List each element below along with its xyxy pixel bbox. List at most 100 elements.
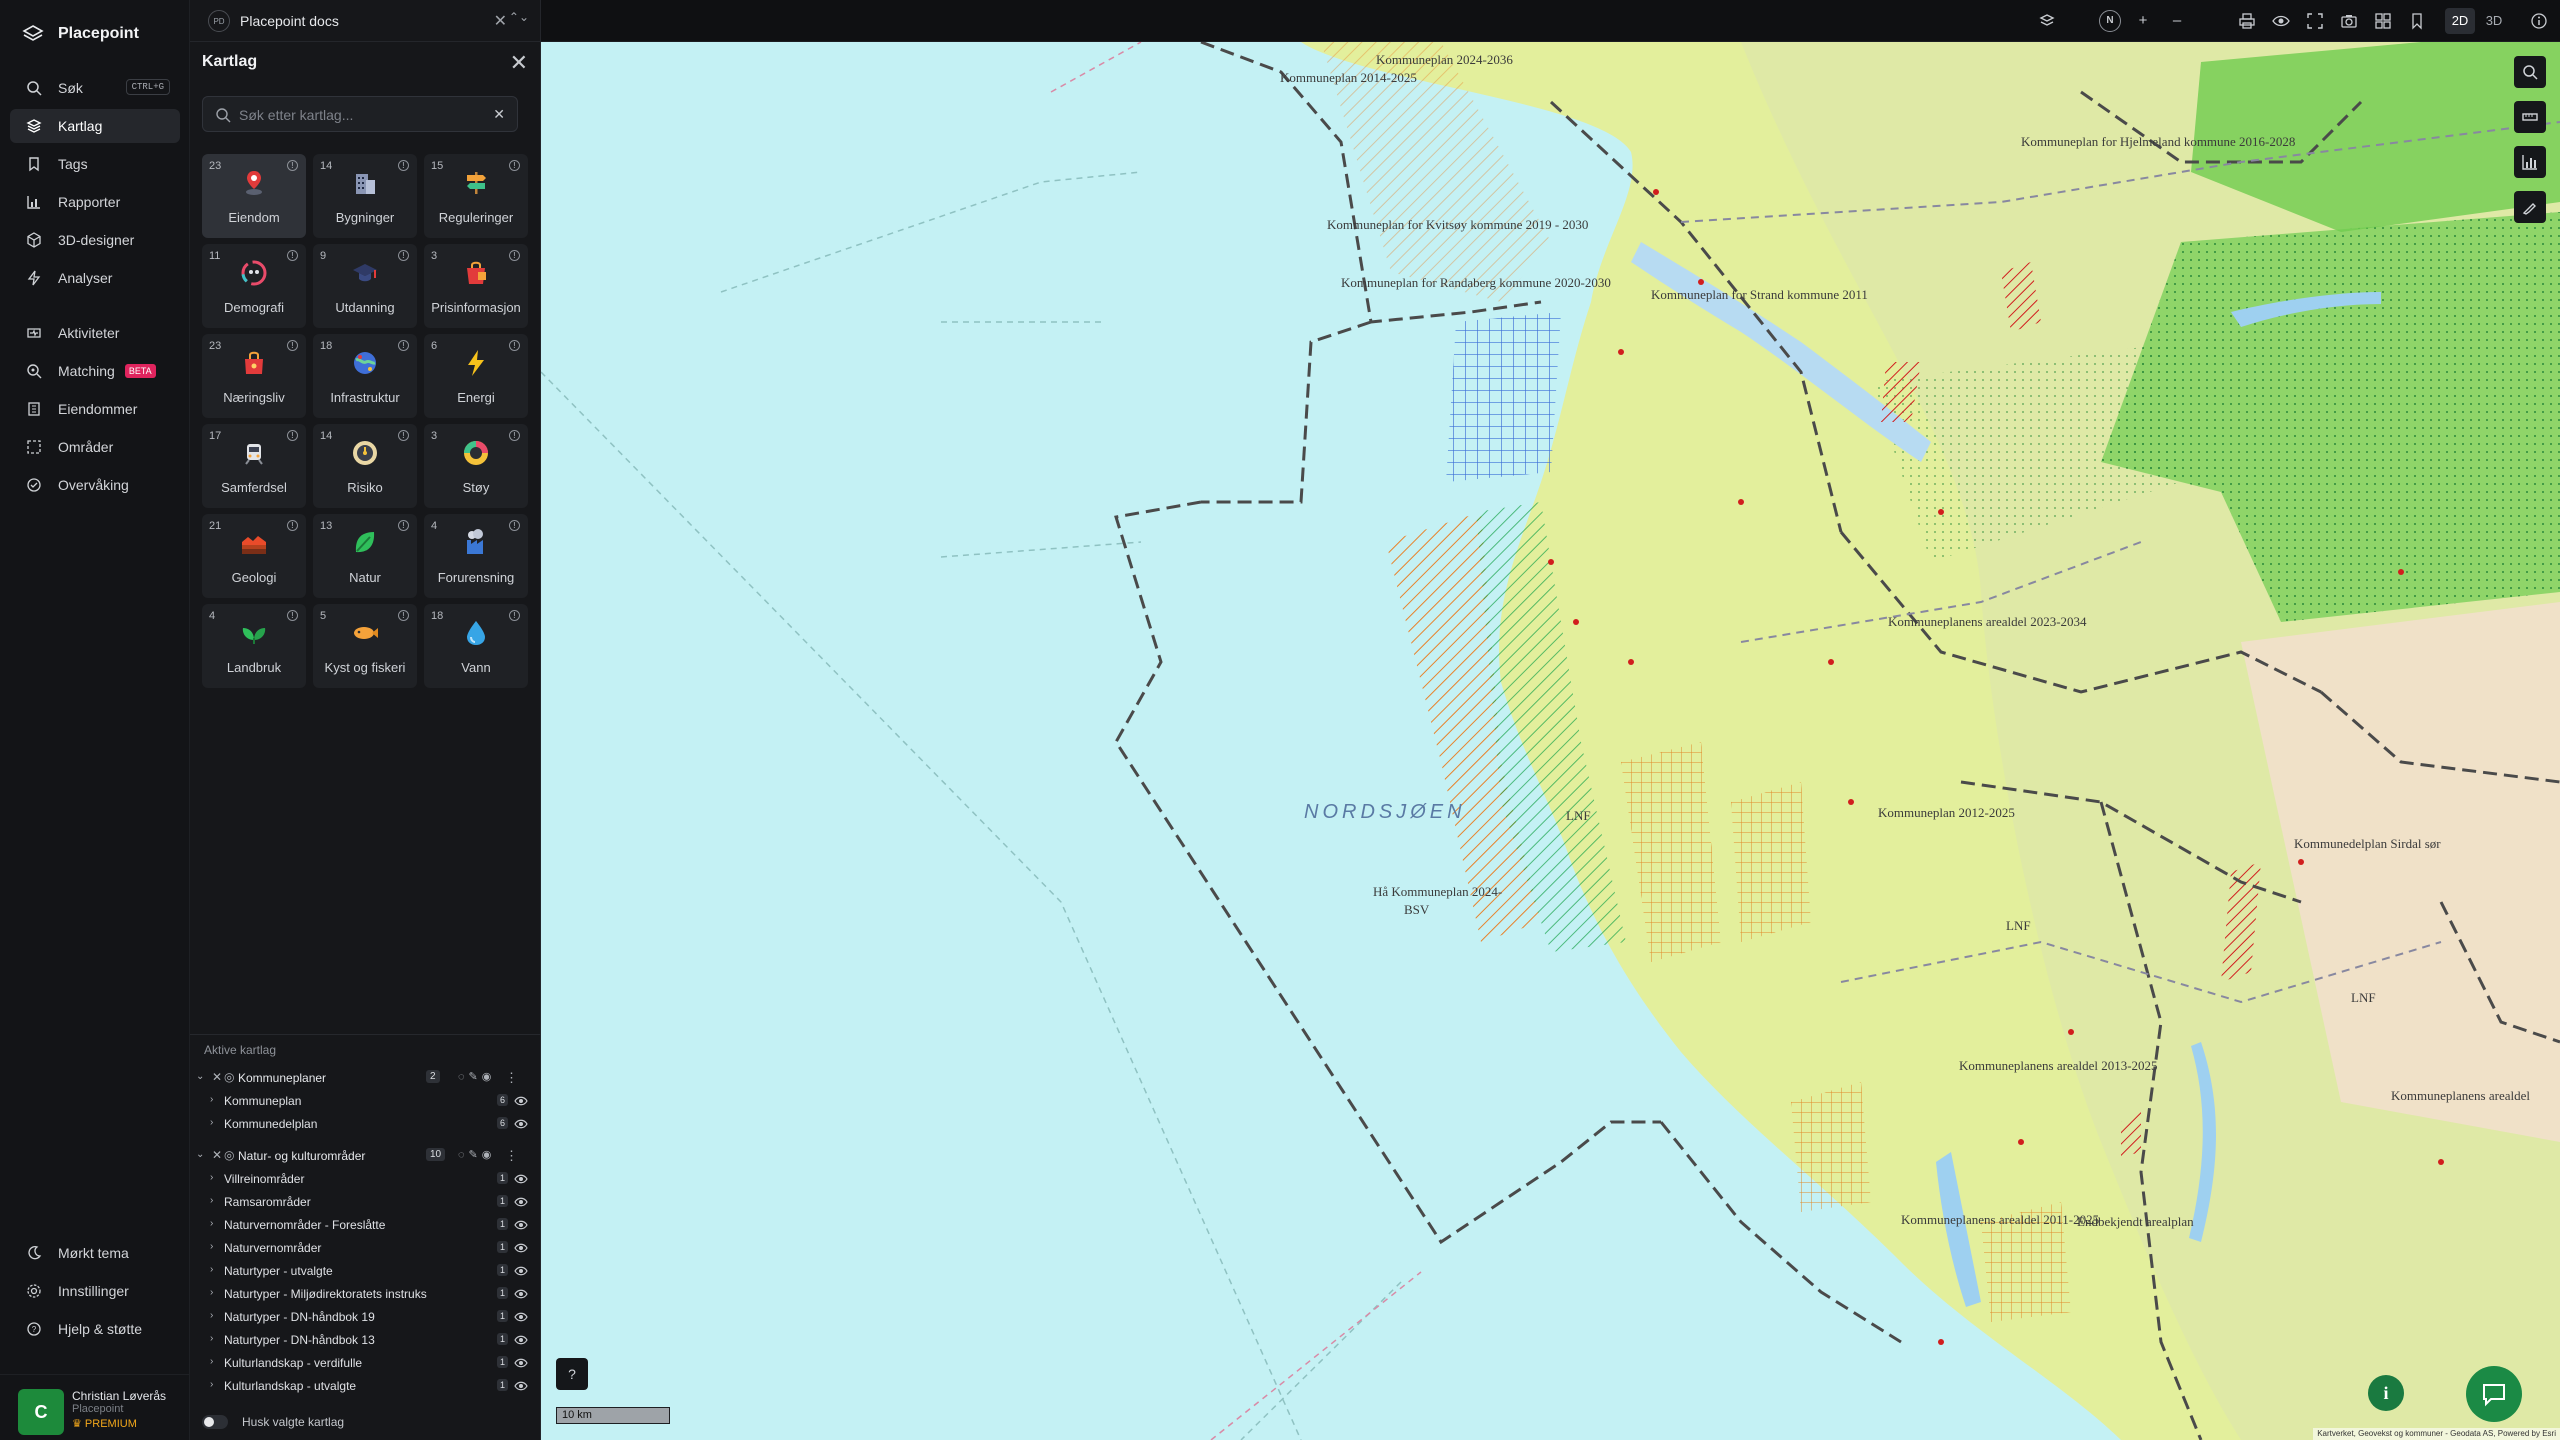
layer-row[interactable]: › Naturtyper - DN-håndbok 19 1 <box>196 1308 536 1328</box>
info-icon[interactable]: ! <box>287 430 298 441</box>
layer-row[interactable]: › Kulturlandskap - utvalgte 1 <box>196 1377 536 1397</box>
nav-item-3d-designer[interactable]: 3D-designer <box>10 223 180 257</box>
group-tools[interactable]: ◌✎◉ <box>458 1148 495 1161</box>
info-icon[interactable]: ! <box>509 430 520 441</box>
group-tools[interactable]: ◌✎◉ <box>458 1070 495 1083</box>
category-naeringsliv[interactable]: 23 ! Næringsliv <box>202 334 306 418</box>
category-prisinformasjon[interactable]: 3 ! Prisinformasjon <box>424 244 528 328</box>
chevron-right-icon[interactable]: › <box>210 1094 213 1105</box>
info-icon[interactable]: ! <box>509 520 520 531</box>
layer-row[interactable]: › Naturtyper - utvalgte 1 <box>196 1262 536 1282</box>
edit-icon[interactable]: ✎ <box>469 1149 482 1161</box>
map-search-tool[interactable] <box>2514 56 2546 88</box>
category-vann[interactable]: 18 ! Vann <box>424 604 528 688</box>
eye-icon[interactable] <box>2269 9 2293 33</box>
eye-icon[interactable] <box>514 1242 528 1254</box>
eye-icon[interactable] <box>514 1173 528 1185</box>
chat-button[interactable] <box>2466 1366 2522 1422</box>
info-icon[interactable]: ! <box>509 610 520 621</box>
map-info-button[interactable]: i <box>2368 1375 2404 1411</box>
print-icon[interactable] <box>2235 9 2259 33</box>
nav-item-omrader[interactable]: Områder <box>10 430 180 464</box>
nav-item-help[interactable]: ? Hjelp & støtte <box>10 1312 180 1346</box>
zoom-in-button[interactable]: + <box>2131 9 2155 33</box>
chevron-right-icon[interactable]: › <box>210 1379 213 1390</box>
info-icon[interactable]: ! <box>287 520 298 531</box>
eye-icon[interactable] <box>514 1380 528 1392</box>
category-forurensning[interactable]: 4 ! Forurensning <box>424 514 528 598</box>
more-options-icon[interactable]: ⋮ <box>505 1070 518 1086</box>
eye-icon[interactable] <box>514 1219 528 1231</box>
nav-item-eiendommer[interactable]: Eiendommer <box>10 392 180 426</box>
nav-item-search[interactable]: Søk CTRL+G <box>10 71 180 105</box>
remember-layers-toggle[interactable]: Husk valgte kartlag <box>202 1412 344 1432</box>
category-natur[interactable]: 13 ! Natur <box>313 514 417 598</box>
nav-item-rapporter[interactable]: Rapporter <box>10 185 180 219</box>
category-eiendom[interactable]: 23 ! Eiendom <box>202 154 306 238</box>
info-icon[interactable]: ! <box>287 250 298 261</box>
chevron-right-icon[interactable]: › <box>210 1241 213 1252</box>
layer-row[interactable]: › Kommuneplan 6 <box>196 1092 536 1112</box>
eye-icon[interactable] <box>514 1288 528 1300</box>
remove-group-icon[interactable]: ✕ <box>212 1070 222 1084</box>
eye-icon[interactable]: ◉ <box>482 1149 496 1161</box>
style-icon[interactable]: ◌ <box>458 1149 469 1161</box>
eye-icon[interactable] <box>514 1095 528 1107</box>
style-icon[interactable]: ◌ <box>458 1071 469 1083</box>
nav-item-matching[interactable]: Matching BETA <box>10 354 180 388</box>
camera-icon[interactable] <box>2337 9 2361 33</box>
map-canvas[interactable]: NORDSJØEN Kommuneplan 2014-2025 Kommunep… <box>541 42 2560 1440</box>
layer-row[interactable]: › Kulturlandskap - verdifulle 1 <box>196 1354 536 1374</box>
layer-row[interactable]: › Naturtyper - DN-håndbok 13 1 <box>196 1331 536 1351</box>
eye-icon[interactable] <box>514 1196 528 1208</box>
nav-item-kartlag[interactable]: Kartlag <box>10 109 180 143</box>
category-reguleringer[interactable]: 15 ! Reguleringer <box>424 154 528 238</box>
grid-icon[interactable] <box>2371 9 2395 33</box>
chevron-right-icon[interactable]: › <box>210 1310 213 1321</box>
north-compass[interactable]: N <box>2099 10 2121 32</box>
zoom-out-button[interactable]: – <box>2165 9 2189 33</box>
category-energi[interactable]: 6 ! Energi <box>424 334 528 418</box>
eye-icon[interactable] <box>514 1311 528 1323</box>
category-geologi[interactable]: 21 ! Geologi <box>202 514 306 598</box>
category-risiko[interactable]: 14 ! Risiko <box>313 424 417 508</box>
info-icon[interactable]: ! <box>398 340 409 351</box>
info-icon[interactable]: ! <box>509 250 520 261</box>
nav-item-overvaking[interactable]: Overvåking <box>10 468 180 502</box>
eye-icon[interactable] <box>514 1265 528 1277</box>
category-utdanning[interactable]: 9 ! Utdanning <box>313 244 417 328</box>
layer-search-input[interactable] <box>239 104 479 126</box>
layer-row[interactable]: › Villreinområder 1 <box>196 1170 536 1190</box>
chevron-down-icon[interactable]: ⌄ <box>196 1071 204 1082</box>
layers-stack-icon[interactable] <box>2035 9 2059 33</box>
chevron-right-icon[interactable]: › <box>210 1117 213 1128</box>
info-icon[interactable]: ! <box>509 160 520 171</box>
category-demografi[interactable]: 11 ! Demografi <box>202 244 306 328</box>
map-measure-tool[interactable] <box>2514 101 2546 133</box>
category-stoy[interactable]: 3 ! Støy <box>424 424 528 508</box>
chevron-right-icon[interactable]: › <box>210 1333 213 1344</box>
view-2d-button[interactable]: 2D <box>2445 8 2475 34</box>
layer-group-natur-og-kulturomrader[interactable]: ⌄ ✕ ◎ Natur- og kulturområder 10 ◌✎◉ ⋮ <box>196 1147 536 1167</box>
category-infrastruktur[interactable]: 18 ! Infrastruktur <box>313 334 417 418</box>
info-icon[interactable]: ! <box>287 610 298 621</box>
nav-item-tags[interactable]: Tags <box>10 147 180 181</box>
info-icon[interactable]: ! <box>398 520 409 531</box>
close-panel-icon[interactable]: ✕ <box>510 50 528 76</box>
info-icon[interactable]: ! <box>398 610 409 621</box>
edit-icon[interactable]: ✎ <box>469 1071 482 1083</box>
layer-group-kommuneplaner[interactable]: ⌄ ✕ ◎ Kommuneplaner 2 ◌✎◉ ⋮ <box>196 1069 536 1089</box>
info-icon[interactable] <box>2527 9 2551 33</box>
chevron-right-icon[interactable]: › <box>210 1218 213 1229</box>
close-document-icon[interactable]: ✕ <box>494 11 507 31</box>
layer-row[interactable]: › Naturtyper - Miljødirektoratets instruk… <box>196 1285 536 1305</box>
chevron-right-icon[interactable]: › <box>210 1172 213 1183</box>
chevron-down-icon[interactable]: ⌄ <box>196 1149 204 1160</box>
chevron-right-icon[interactable]: › <box>210 1356 213 1367</box>
layer-row[interactable]: › Kommunedelplan 6 <box>196 1115 536 1135</box>
remove-group-icon[interactable]: ✕ <box>212 1148 222 1162</box>
map-draw-tool[interactable] <box>2514 191 2546 223</box>
chevron-right-icon[interactable]: › <box>210 1195 213 1206</box>
category-landbruk[interactable]: 4 ! Landbruk <box>202 604 306 688</box>
document-tab[interactable]: PD Placepoint docs ✕ ⌃⌄ <box>190 0 541 42</box>
